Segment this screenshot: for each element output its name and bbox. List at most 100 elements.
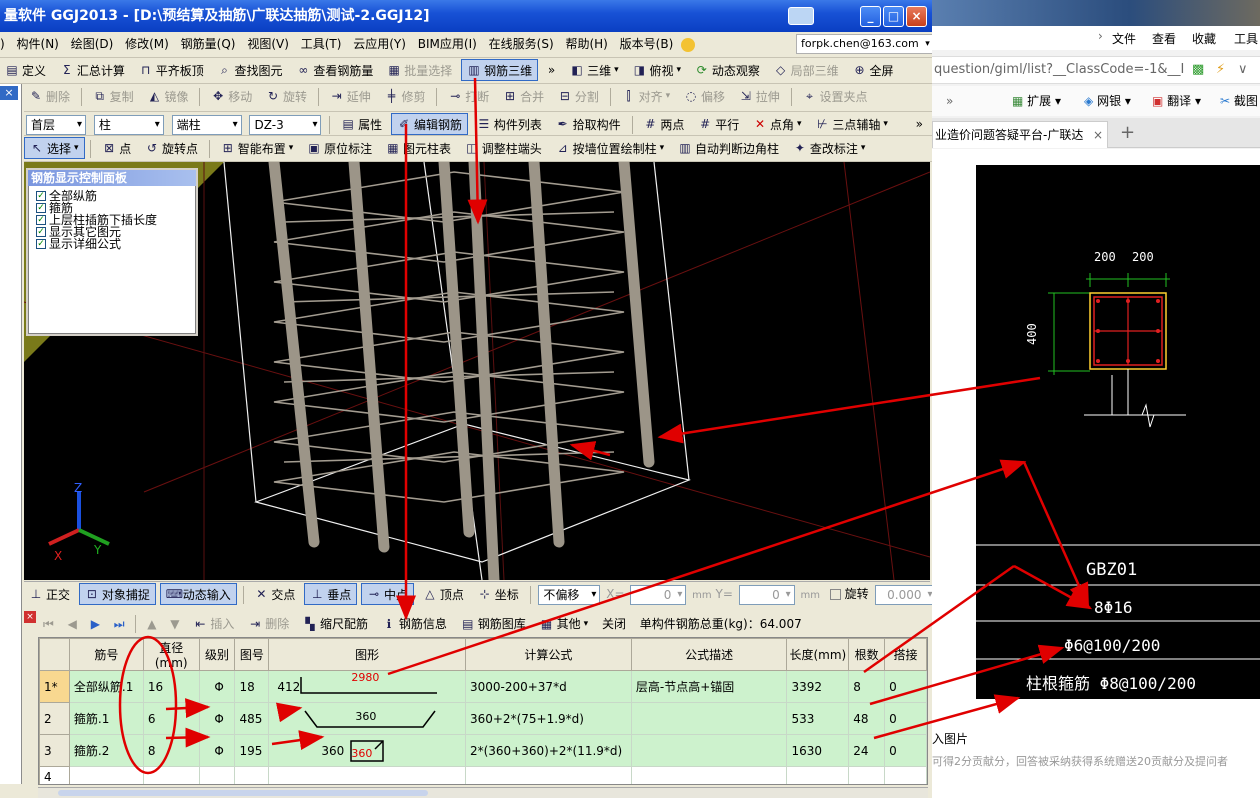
smart-layout-dropdown[interactable]: ⊞ 智能布置 ▾	[216, 136, 299, 160]
col-header-shape[interactable]: 图形	[268, 638, 466, 671]
col-header-diameter[interactable]: 直径(mm)	[142, 638, 200, 671]
split-button[interactable]: ⊟ 分割	[553, 84, 604, 108]
floor-select[interactable]: 首层	[26, 114, 86, 135]
column-table-button[interactable]: ▦ 图元柱表	[381, 136, 456, 160]
y-input[interactable]: 0	[738, 584, 795, 605]
vertex-button[interactable]: △ 顶点	[418, 582, 469, 606]
rotate-button[interactable]: ↻ 旋转	[261, 84, 312, 108]
set-point-button[interactable]: ⌖ 设置夹点	[797, 84, 872, 108]
offset-mode-select[interactable]: 不偏移	[538, 584, 601, 605]
cell-diameter[interactable]: 6	[142, 702, 200, 735]
cell-count[interactable]: 48	[848, 702, 886, 735]
cell-name[interactable]: 箍筋.2	[68, 734, 144, 767]
edit-rebar-button[interactable]: ✐ 编辑钢筋	[390, 113, 468, 135]
cell-name[interactable]	[68, 766, 144, 784]
rebar-info-button[interactable]: ℹ 钢筋信息	[377, 612, 452, 636]
perpendicular-button[interactable]: ⊥ 垂点	[304, 583, 358, 605]
browser-menu-favorites[interactable]: 收藏	[1192, 30, 1216, 47]
cell-grade[interactable]: Φ	[198, 702, 236, 735]
cell-name[interactable]: 全部纵筋.1	[68, 670, 144, 703]
insert-button[interactable]: ⇤ 插入	[188, 612, 239, 636]
offset-button[interactable]: ◌ 偏移	[679, 84, 730, 108]
checkbox-checked-icon[interactable]: ✓	[36, 191, 46, 201]
table-row[interactable]: 1* 全部纵筋.1 16 Φ 18 412 2980 3000-200+37*d…	[39, 670, 927, 703]
cell-shape[interactable]: 360	[268, 702, 466, 735]
draw-by-wall-dropdown[interactable]: ⊿ 按墙位置绘制柱 ▾	[551, 136, 670, 160]
view-3d-dropdown[interactable]: ◧ 三维 ▾	[565, 58, 624, 82]
adjust-column-end-button[interactable]: ◫ 调整柱端头	[460, 136, 547, 160]
local-3d-button[interactable]: ◇ 局部三维	[769, 58, 844, 82]
cell-length[interactable]: 533	[786, 702, 850, 735]
menu-bim[interactable]: BIM应用(I)	[414, 32, 481, 56]
new-tab-icon[interactable]: +	[1120, 122, 1135, 143]
cell-formula[interactable]: 3000-200+37*d	[464, 670, 632, 703]
cell-count[interactable]: 24	[848, 734, 886, 767]
parallel-button[interactable]: # 平行	[693, 112, 744, 135]
merge-button[interactable]: ⊞ 合并	[498, 84, 549, 108]
last-record-icon[interactable]: ⏭	[109, 612, 130, 636]
cell-figure-no[interactable]: 18	[234, 670, 270, 703]
tab-close-icon[interactable]: ×	[1093, 122, 1103, 148]
lightning-icon[interactable]: ⚡	[1216, 57, 1225, 83]
cell-length[interactable]: 1630	[786, 734, 850, 767]
rotate-checkbox[interactable]	[829, 589, 841, 600]
element-select[interactable]: DZ-3	[249, 114, 322, 135]
close-button[interactable]: ×	[906, 6, 927, 27]
cell-shape[interactable]: 412 2980	[268, 670, 466, 703]
cell-grade[interactable]: Φ	[198, 734, 236, 767]
flat-top-button[interactable]: ⊓ 平齐板顶	[134, 58, 209, 82]
cell-lap[interactable]: 0	[884, 702, 927, 735]
cell-formula[interactable]	[464, 766, 632, 784]
cell-shape[interactable]: 360 360	[268, 734, 466, 767]
subtype-select[interactable]: 端柱	[171, 114, 242, 135]
grid-close-icon[interactable]: ×	[24, 611, 36, 623]
col-header-lap[interactable]: 搭接	[884, 638, 927, 671]
row-number[interactable]: 1*	[39, 670, 70, 703]
menu-help[interactable]: 帮助(H)	[561, 32, 611, 56]
x-input[interactable]: 0	[630, 584, 687, 605]
row-number[interactable]: 3	[39, 734, 70, 767]
cell-count[interactable]: 8	[848, 670, 886, 703]
first-record-icon[interactable]: ⏮	[38, 612, 59, 636]
cell-description[interactable]	[630, 766, 788, 784]
next-record-icon[interactable]: ▶	[86, 612, 105, 636]
col-header-formula[interactable]: 计算公式	[464, 638, 632, 671]
three-point-aux-dropdown[interactable]: ⊬ 三点辅轴 ▾	[810, 112, 893, 135]
delete-button[interactable]: ✎ 删除	[24, 84, 75, 108]
cell-lap[interactable]	[884, 766, 927, 784]
cell-diameter[interactable]	[142, 766, 200, 784]
option-detail-formula[interactable]: ✓ 显示详细公式	[28, 238, 196, 250]
table-row[interactable]: 3 箍筋.2 8 Φ 195 360 360 2*(360+360)+2*(11…	[39, 734, 927, 767]
dynamic-view-button[interactable]: ⟳ 动态观察	[690, 58, 765, 82]
address-dropdown-icon[interactable]: ∨	[1238, 57, 1248, 83]
table-row[interactable]: 2 箍筋.1 6 Φ 485 360 360+2*(75+1.9*d) 533 …	[39, 702, 927, 735]
checkbox-checked-icon[interactable]: ✓	[36, 227, 46, 237]
copy-button[interactable]: ⧉ 复制	[88, 84, 139, 108]
toolbar3-more-icon[interactable]: »	[911, 112, 928, 135]
qr-icon[interactable]: ▩	[1192, 57, 1204, 83]
menu-online[interactable]: 在线服务(S)	[485, 32, 558, 56]
fav-extensions[interactable]: ▦ 扩展 ▾	[1012, 86, 1061, 116]
rebar-3d-button[interactable]: ▥ 钢筋三维	[461, 59, 539, 81]
minimize-button[interactable]: _	[860, 6, 881, 27]
col-header-figure-no[interactable]: 图号	[234, 638, 270, 671]
col-header-count[interactable]: 根数	[848, 638, 886, 671]
auto-corner-button[interactable]: ▥ 自动判断边角柱	[673, 136, 784, 160]
cell-lap[interactable]: 0	[884, 734, 927, 767]
cell-length[interactable]: 3392	[786, 670, 850, 703]
object-snap-button[interactable]: ⊡ 对象捕捉	[78, 583, 156, 605]
account-dropdown[interactable]: forpk.chen@163.com ▾	[796, 34, 932, 54]
point-button[interactable]: ⊠ 点	[97, 136, 136, 160]
table-row[interactable]: 4	[39, 766, 927, 784]
app-help-icon[interactable]	[788, 7, 814, 25]
checkbox-checked-icon[interactable]: ✓	[36, 215, 46, 225]
fav-more-icon[interactable]: »	[946, 86, 953, 116]
avatar-icon[interactable]	[681, 37, 696, 52]
mirror-button[interactable]: ◭ 镜像	[143, 84, 194, 108]
intersection-button[interactable]: ✕ 交点	[249, 582, 300, 606]
summary-button[interactable]: Σ 汇总计算	[55, 58, 130, 82]
batch-select-button[interactable]: ▦ 批量选择	[382, 58, 457, 82]
cell-formula[interactable]: 360+2*(75+1.9*d)	[464, 702, 632, 735]
prev-record-icon[interactable]: ◀	[63, 612, 82, 636]
cell-description[interactable]: 层高-节点高+锚固	[630, 670, 788, 703]
